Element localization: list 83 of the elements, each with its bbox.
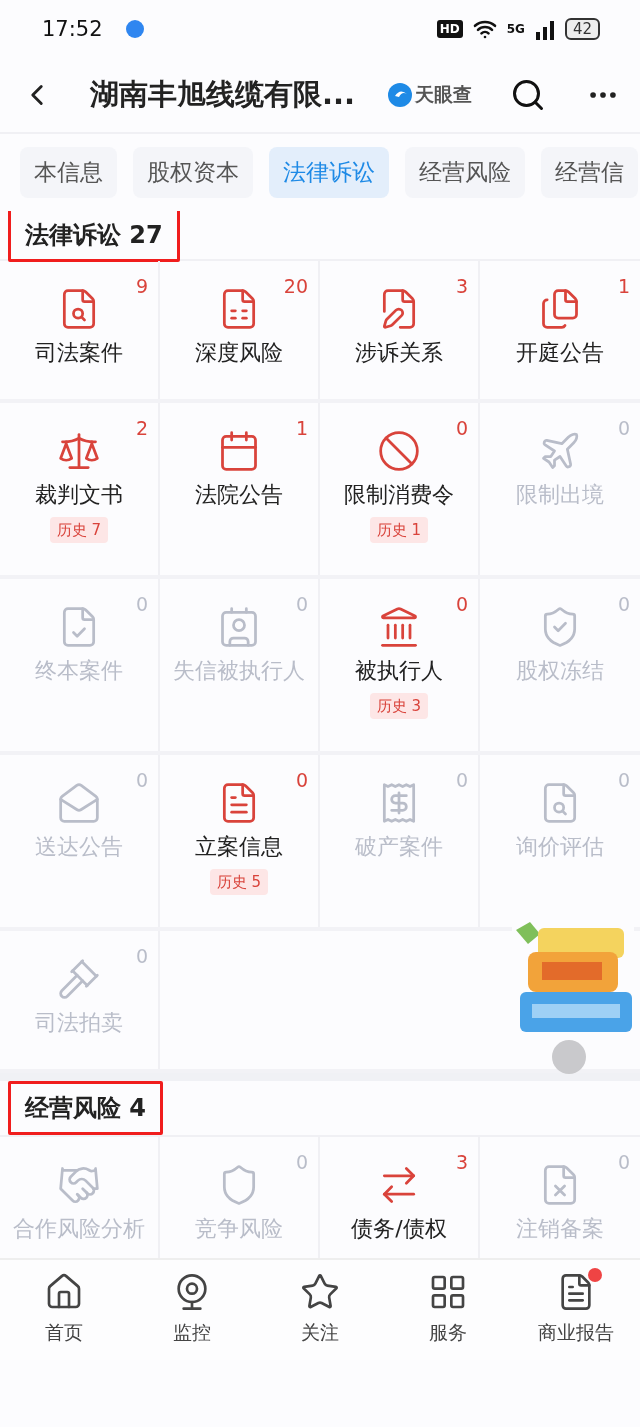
item-label: 失信被执行人 [173,657,305,685]
tab[interactable]: 本信息 [20,147,117,198]
item-count: 0 [617,769,630,791]
item-count: 0 [455,769,468,791]
nav-label: 监控 [173,1320,211,1345]
item-count: 1 [617,275,630,297]
item-count: 0 [135,945,148,967]
item-label: 法院公告 [195,481,283,509]
item-label: 司法案件 [35,339,123,367]
nav-label: 商业报告 [538,1320,614,1345]
item-label: 股权冻结 [516,657,604,685]
item-count: 1 [295,417,308,439]
item-label: 终本案件 [35,657,123,685]
category-tile[interactable]: 9 司法案件 [0,261,160,399]
app-icon [124,19,145,39]
nav-label: 首页 [45,1320,83,1345]
item-count: 0 [455,417,468,439]
tab[interactable]: 经营风险 [405,147,525,198]
category-tile[interactable]: 2 裁判文书 历史 7 [0,403,160,575]
battery-level: 42 [564,18,600,40]
tab[interactable]: 股权资本 [133,147,253,198]
signal-icon [534,18,555,40]
item-count: 3 [455,1151,468,1173]
item-count: 0 [135,593,148,615]
logo-icon [387,82,414,108]
item-count: 20 [283,275,308,297]
history-tag: 历史 5 [209,869,269,895]
history-tag: 历史 7 [49,517,109,543]
nav-item[interactable]: 商业报告 [512,1260,640,1360]
prohibited-icon [377,429,421,473]
nav-item[interactable]: 关注 [256,1260,384,1360]
item-count: 9 [135,275,148,297]
status-time: 17:52 [42,17,103,41]
category-tile[interactable]: 3 涉诉关系 [320,261,480,399]
item-label: 注销备案 [516,1215,604,1243]
item-count: 0 [617,593,630,615]
item-label: 限制消费令 [344,481,454,509]
item-label: 司法拍卖 [35,1009,123,1037]
envelope-icon [57,781,101,825]
item-label: 询价评估 [516,833,604,861]
item-label: 送达公告 [35,833,123,861]
category-tile[interactable]: 0 立案信息 历史 5 [160,755,320,927]
nav-label: 关注 [301,1320,339,1345]
company-title: 湖南丰旭线缆有限... [90,76,356,113]
item-count: 0 [455,593,468,615]
category-tile[interactable]: 0 限制消费令 历史 1 [320,403,480,575]
section-title: 法律诉讼 27 [8,211,180,262]
item-label: 深度风险 [195,339,283,367]
item-label: 竞争风险 [195,1215,283,1243]
section-title: 经营风险 4 [8,1081,164,1135]
item-label: 债务/债权 [351,1215,447,1243]
category-tile[interactable]: 0 被执行人 历史 3 [320,579,480,751]
search-icon[interactable] [510,77,546,113]
item-label: 被执行人 [355,657,443,685]
item-count: 0 [295,769,308,791]
nav-item[interactable]: 首页 [0,1260,128,1360]
item-label: 立案信息 [195,833,283,861]
history-tag: 历史 1 [369,517,429,543]
category-tile[interactable]: 20 深度风险 [160,261,320,399]
item-count: 0 [617,417,630,439]
item-count: 0 [295,1151,308,1173]
history-tag: 历史 3 [369,693,429,719]
gavel-icon [57,957,101,1001]
item-count: 0 [617,1151,630,1173]
item-label: 破产案件 [355,833,443,861]
item-label: 涉诉关系 [355,339,443,367]
category-tile[interactable]: 1 法院公告 [160,403,320,575]
network-label: 5G [506,22,525,36]
item-label: 合作风险分析 [13,1215,145,1243]
item-label: 限制出境 [516,481,604,509]
brand-name: 天眼查 [415,82,473,107]
item-count: 3 [455,275,468,297]
item-count: 0 [295,593,308,615]
category-tile[interactable]: 1 开庭公告 [480,261,640,399]
nav-label: 服务 [429,1320,467,1345]
item-count: 2 [135,417,148,439]
nav-item[interactable]: 服务 [384,1260,512,1360]
item-label: 开庭公告 [516,339,604,367]
tab[interactable]: 经营信 [541,147,638,198]
item-label: 裁判文书 [35,481,123,509]
item-count: 0 [135,769,148,791]
nav-item[interactable]: 监控 [128,1260,256,1360]
hd-badge: HD [436,20,463,38]
